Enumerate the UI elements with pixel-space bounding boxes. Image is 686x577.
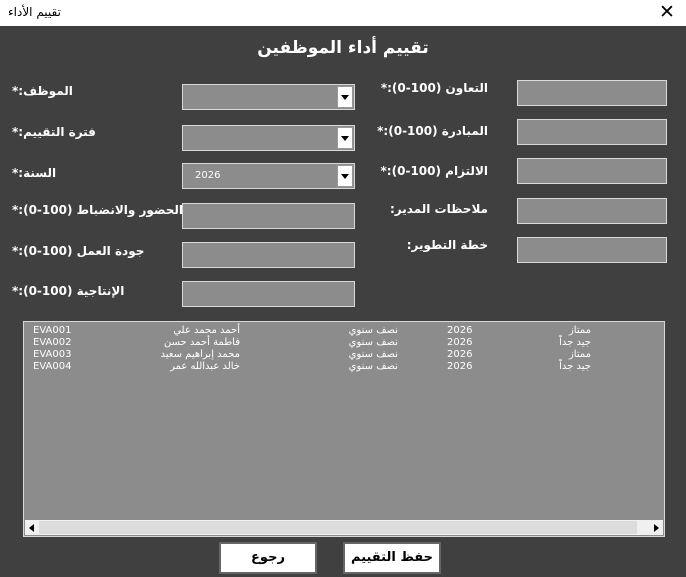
row-name: محمد إبراهيم سعيد bbox=[160, 349, 240, 360]
manager-notes-label: ملاحظات المدير: bbox=[390, 202, 488, 216]
row-name: فاطمة أحمد حسن bbox=[164, 337, 240, 348]
chevron-down-icon[interactable] bbox=[337, 165, 353, 187]
row-id: EVA001 bbox=[33, 325, 72, 336]
cooperation-label: التعاون (100-0):* bbox=[380, 81, 488, 95]
commitment-label: الالتزام (100-0):* bbox=[380, 164, 488, 178]
horizontal-scrollbar[interactable] bbox=[25, 520, 663, 535]
work-quality-label: جودة العمل (100-0):* bbox=[12, 244, 145, 258]
employee-select[interactable] bbox=[182, 84, 355, 110]
close-icon[interactable]: ✕ bbox=[656, 1, 678, 23]
work-quality-field[interactable] bbox=[182, 242, 355, 268]
list-item[interactable]: EVA001 أحمد محمد علي نصف سنوي 2026 ممتاز bbox=[24, 325, 664, 337]
row-year: 2026 bbox=[447, 325, 473, 336]
manager-notes-field[interactable] bbox=[517, 198, 667, 224]
scroll-right-icon[interactable] bbox=[654, 524, 659, 532]
row-year: 2026 bbox=[447, 337, 473, 348]
row-period: نصف سنوي bbox=[348, 325, 398, 336]
commitment-field[interactable] bbox=[517, 158, 667, 184]
attendance-field[interactable] bbox=[182, 203, 355, 229]
save-evaluation-button[interactable]: حفظ التقييم bbox=[343, 542, 441, 574]
title-bar: تقييم الأداء ✕ bbox=[0, 0, 686, 26]
window-title: تقييم الأداء bbox=[8, 5, 61, 19]
cooperation-field[interactable] bbox=[517, 80, 667, 106]
evaluations-list[interactable]: EVA001 أحمد محمد علي نصف سنوي 2026 ممتاز… bbox=[23, 321, 665, 537]
productivity-field[interactable] bbox=[182, 281, 355, 307]
scroll-left-icon[interactable] bbox=[29, 524, 34, 532]
productivity-label: الإنتاجية (100-0):* bbox=[12, 284, 125, 298]
year-value: 2026 bbox=[195, 170, 221, 181]
form-title: تقييم أداء الموظفين bbox=[257, 38, 429, 58]
chevron-down-icon[interactable] bbox=[337, 86, 353, 108]
employee-label: الموظف:* bbox=[12, 84, 73, 98]
eval-period-select[interactable] bbox=[182, 125, 355, 151]
row-id: EVA002 bbox=[33, 337, 72, 348]
eval-period-label: فترة التقييم:* bbox=[12, 125, 96, 139]
back-button[interactable]: رجوع bbox=[219, 542, 317, 574]
row-rating: ممتاز bbox=[568, 325, 591, 336]
row-period: نصف سنوي bbox=[348, 337, 398, 348]
initiative-label: المبادرة (100-0):* bbox=[377, 124, 488, 138]
row-rating: جيد جداً bbox=[559, 337, 591, 348]
row-name: أحمد محمد علي bbox=[173, 325, 240, 336]
list-item[interactable]: EVA004 خالد عبدالله عمر نصف سنوي 2026 جي… bbox=[24, 361, 664, 373]
row-period: نصف سنوي bbox=[348, 361, 398, 372]
row-rating: ممتاز bbox=[568, 349, 591, 360]
evaluation-window: تقييم الأداء ✕ تقييم أداء الموظفين التعا… bbox=[0, 0, 686, 577]
list-item[interactable]: EVA002 فاطمة أحمد حسن نصف سنوي 2026 جيد … bbox=[24, 337, 664, 349]
row-name: خالد عبدالله عمر bbox=[170, 361, 240, 372]
development-plan-field[interactable] bbox=[517, 237, 667, 263]
development-plan-label: خطة التطوير: bbox=[406, 238, 488, 252]
row-id: EVA004 bbox=[33, 361, 72, 372]
chevron-down-icon[interactable] bbox=[337, 127, 353, 149]
year-select[interactable]: 2026 bbox=[182, 163, 355, 189]
initiative-field[interactable] bbox=[517, 119, 667, 145]
attendance-label: الحضور والانضباط (100-0):* bbox=[12, 203, 184, 217]
year-label: السنة:* bbox=[12, 166, 57, 180]
list-item[interactable]: EVA003 محمد إبراهيم سعيد نصف سنوي 2026 م… bbox=[24, 349, 664, 361]
scroll-thumb[interactable] bbox=[39, 521, 637, 534]
row-year: 2026 bbox=[447, 361, 473, 372]
row-id: EVA003 bbox=[33, 349, 72, 360]
row-rating: جيد جداً bbox=[559, 361, 591, 372]
row-period: نصف سنوي bbox=[348, 349, 398, 360]
row-year: 2026 bbox=[447, 349, 473, 360]
